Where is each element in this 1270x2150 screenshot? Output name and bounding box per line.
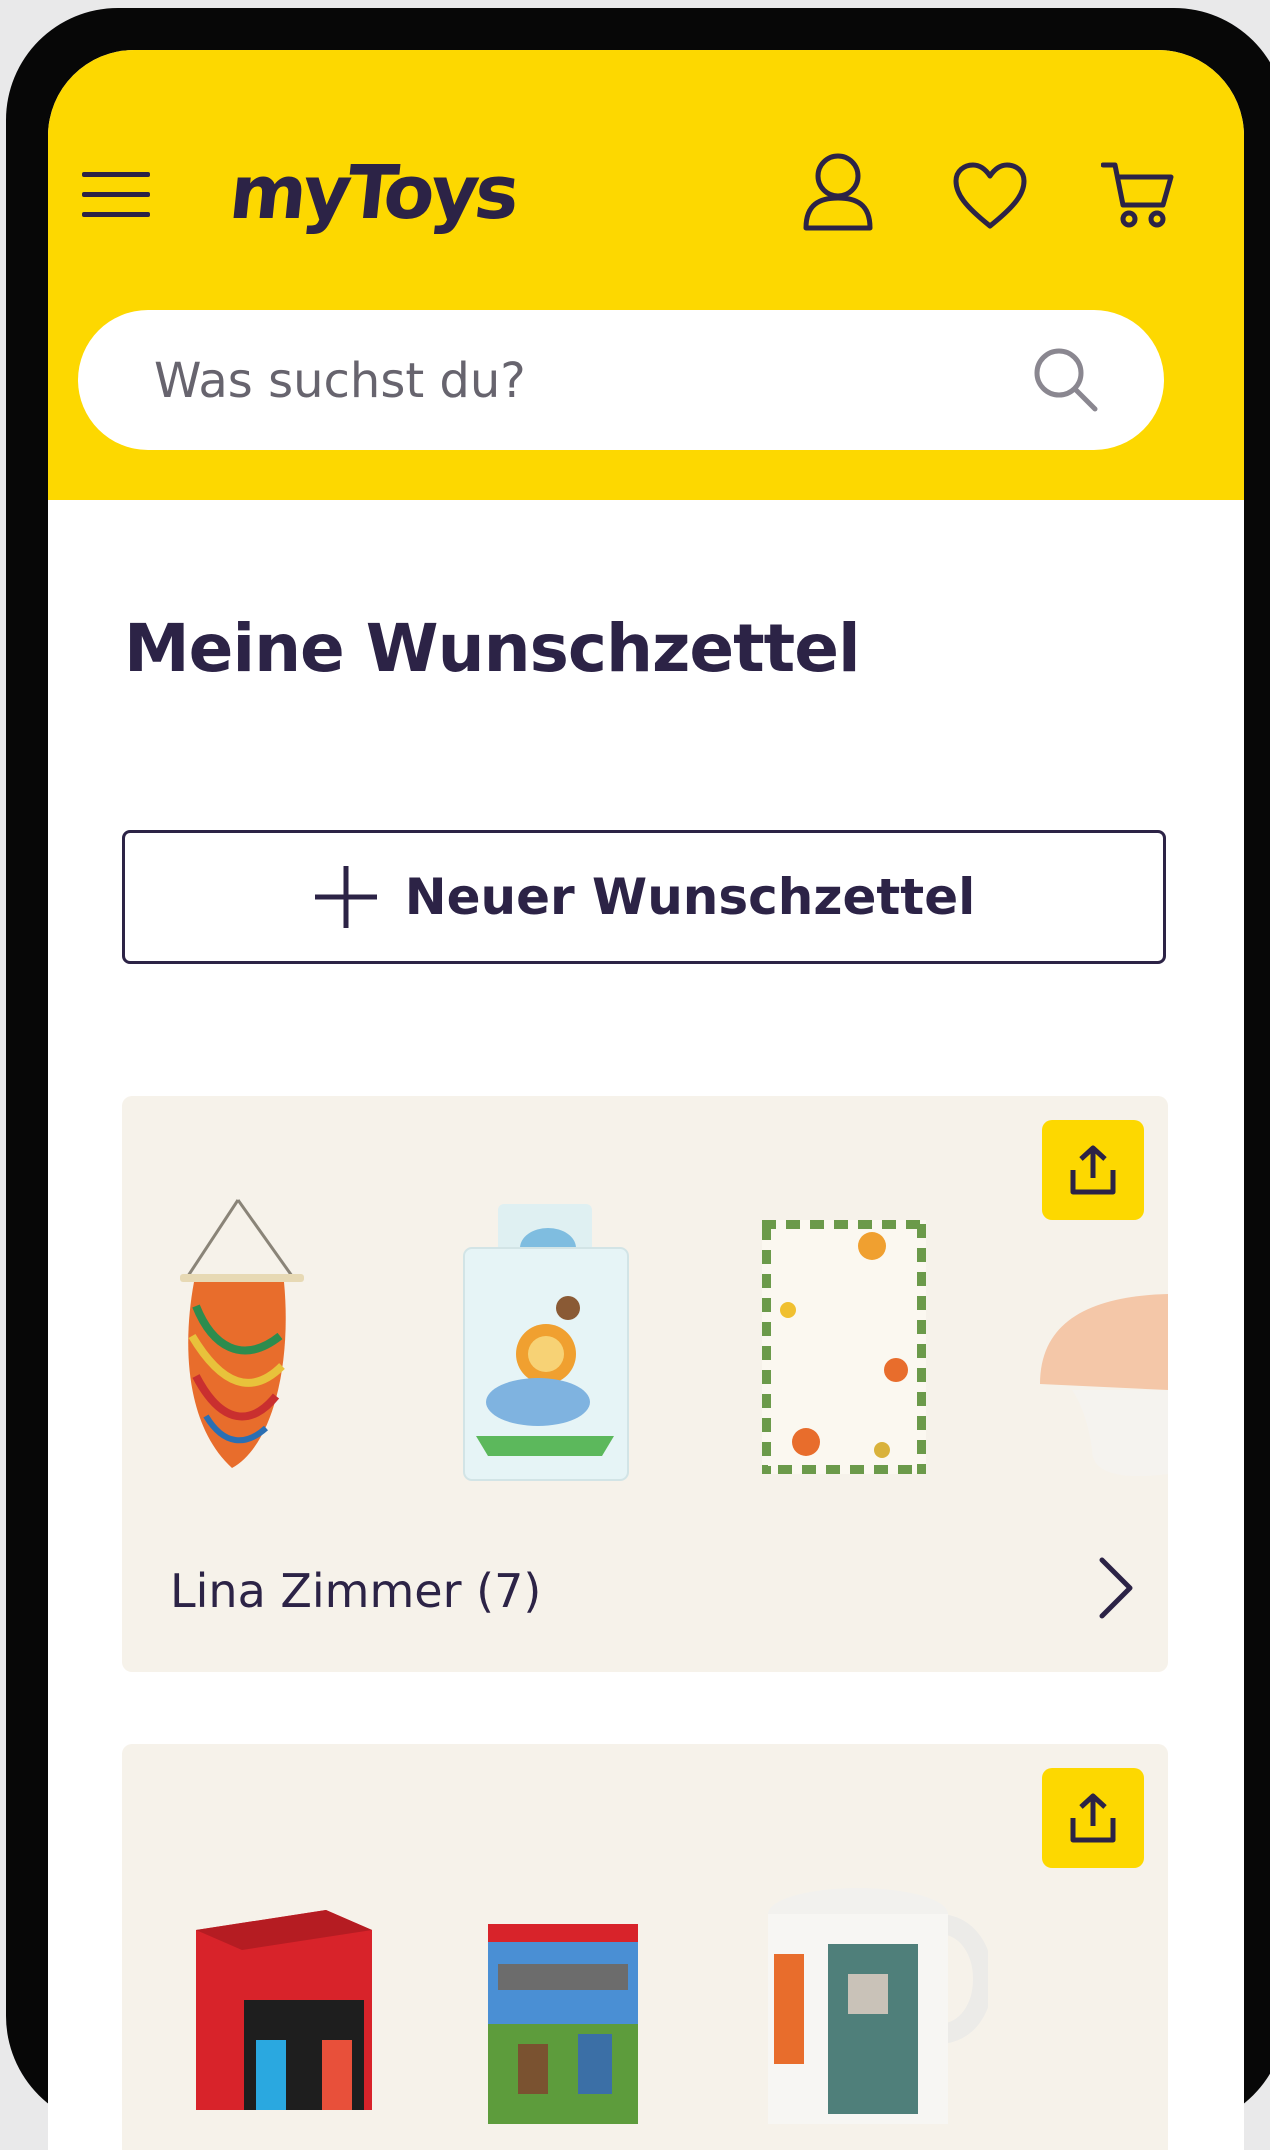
open-wishlist-button[interactable] <box>1096 1556 1136 1624</box>
menu-button[interactable] <box>76 160 156 230</box>
product-image-minecraft-game <box>488 1924 638 2124</box>
screen: myToys Was suchst du? Meine Wunschzettel… <box>48 50 1244 2150</box>
user-icon <box>803 153 873 231</box>
product-image-jungle-rug <box>762 1220 926 1474</box>
product-image-bed-linen <box>463 1204 629 1481</box>
logo[interactable]: myToys <box>225 150 519 236</box>
menu-icon <box>82 172 150 217</box>
product-image-hanging-chair <box>180 1199 304 1468</box>
new-wishlist-label: Neuer Wunschzettel <box>404 868 976 926</box>
wishlist-title[interactable]: Lina Zimmer (7) <box>170 1564 541 1618</box>
header: myToys <box>48 50 1244 500</box>
chevron-right-icon <box>1099 1557 1133 1619</box>
wishlist-card[interactable]: Lina Zimmer (7) <box>122 1096 1168 1672</box>
search-input[interactable] <box>152 346 976 416</box>
share-button[interactable] <box>1042 1768 1144 1868</box>
search-bar <box>78 310 1164 450</box>
cart-button[interactable] <box>1098 154 1178 234</box>
search-icon <box>1034 348 1098 412</box>
plus-icon <box>314 866 377 928</box>
heart-icon <box>953 162 1027 229</box>
new-wishlist-button[interactable]: Neuer Wunschzettel <box>122 830 1166 964</box>
cart-icon <box>1101 162 1174 228</box>
page-title: Meine Wunschzettel <box>124 610 861 687</box>
search-button[interactable] <box>1030 344 1102 416</box>
share-button[interactable] <box>1042 1120 1144 1220</box>
phone-frame: myToys Was suchst du? Meine Wunschzettel… <box>6 8 1270 2150</box>
product-image-mug <box>768 1888 988 2124</box>
share-icon <box>1070 1793 1116 1843</box>
wishlist-button[interactable] <box>948 154 1032 238</box>
product-image-nintendo-switch <box>196 1910 372 2110</box>
account-button[interactable] <box>796 150 880 234</box>
share-icon <box>1070 1145 1116 1195</box>
wishlist-card[interactable] <box>122 1744 1168 2150</box>
product-image-mushroom-lamp <box>1040 1294 1168 1477</box>
